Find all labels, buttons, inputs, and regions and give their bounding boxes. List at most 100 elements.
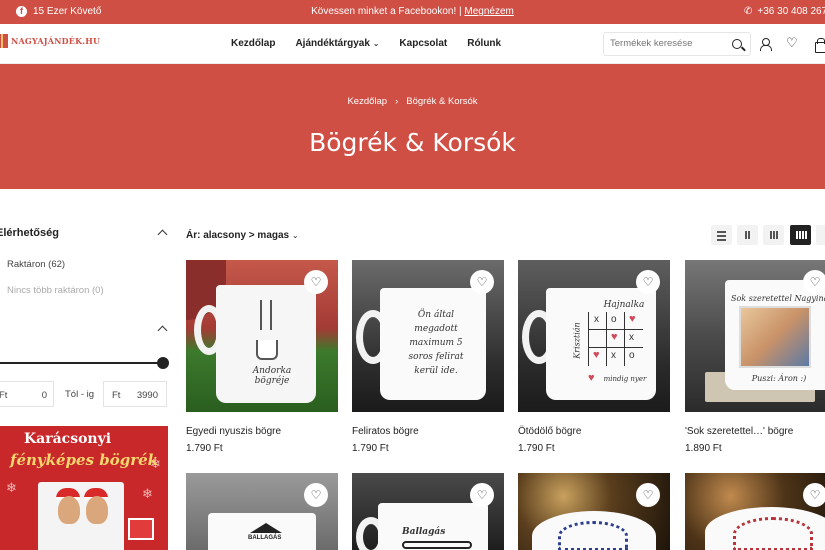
gift-logo-icon [0, 34, 8, 48]
view-4-columns-button[interactable] [790, 225, 811, 245]
product-image[interactable]: ♡ [518, 473, 670, 550]
mug-print-text: Ön által megadott maximum 5 soros felira… [408, 310, 464, 376]
filter-availability-title[interactable]: Elérhetőség [0, 227, 59, 239]
product-price: 1.790 Ft [352, 443, 389, 454]
nav-item-gifts[interactable]: Ajándéktárgyak ⌄ [295, 38, 379, 49]
filter-option-out-of-stock[interactable]: Nincs több raktáron (0) [7, 285, 104, 296]
promo-title: Karácsonyi [24, 431, 112, 447]
price-min-value: 0 [41, 390, 47, 401]
phone-number: +36 30 408 2677 [757, 6, 825, 17]
christmas-promo-banner[interactable]: ❄ ❄ ❄ Karácsonyi fényképes bögrék [0, 426, 168, 550]
search-box [603, 32, 751, 56]
promo-photo-face [58, 496, 80, 524]
price-slider-track[interactable] [0, 362, 160, 364]
sort-dropdown[interactable]: Ár: alacsony > magas ⌄ [186, 230, 299, 241]
snowflake-icon: ❄ [6, 480, 17, 495]
wishlist-heart-icon[interactable]: ♡ [786, 36, 798, 49]
breadcrumb-current: Bögrék & Korsók [406, 96, 478, 107]
nav-item-home[interactable]: Kezdőlap [231, 38, 275, 49]
product-price: 1.790 Ft [518, 443, 555, 454]
view-list-button[interactable] [711, 225, 732, 245]
product-name[interactable]: 'Sok szeretettel…' bögre [685, 426, 793, 437]
topbar-promo: Kövessen minket a Facebookon! | Megnézem [0, 6, 825, 17]
price-max-currency: Ft [112, 390, 121, 401]
mug-photo [739, 306, 811, 368]
breadcrumb-home[interactable]: Kezdőlap [347, 96, 387, 107]
search-icon[interactable] [732, 39, 742, 49]
wishlist-heart-icon[interactable]: ♡ [803, 483, 825, 507]
price-min-currency: Ft [0, 390, 8, 401]
wishlist-heart-icon[interactable]: ♡ [803, 270, 825, 294]
nav-item-contact[interactable]: Kapcsolat [399, 38, 447, 49]
chevron-up-icon[interactable] [157, 229, 168, 240]
price-max-field[interactable]: Ft 3990 [103, 381, 167, 407]
view-2-columns-button[interactable] [737, 225, 758, 245]
nav-item-about[interactable]: Rólunk [467, 38, 501, 49]
wishlist-heart-icon[interactable]: ♡ [636, 270, 660, 294]
promo-photo-face [86, 496, 108, 524]
product-image[interactable]: Sok szeretettel Nagyinak! Puszi: Áron :)… [685, 260, 825, 412]
mug-print-text: Sok szeretettel Nagyinak! [731, 294, 825, 303]
sort-label: Ár: alacsony > magas [186, 230, 290, 241]
product-image[interactable]: ♡ [685, 473, 825, 550]
mug-print-graphic [402, 541, 472, 549]
promo-mug-image [38, 482, 124, 550]
mug-print-pattern [558, 521, 628, 550]
user-icon[interactable] [759, 38, 772, 51]
product-name[interactable]: Ötödölő bögre [518, 426, 581, 437]
price-min-field[interactable]: Ft 0 [0, 381, 54, 407]
product-name[interactable]: Egyedi nyuszis bögre [186, 426, 281, 437]
filter-option-in-stock[interactable]: Raktáron (62) [7, 259, 65, 270]
price-slider-handle[interactable] [157, 357, 169, 369]
site-header: NAGYAJÁNDÉK.HU Kezdőlap Ajándéktárgyak ⌄… [0, 24, 825, 64]
phone-contact[interactable]: ✆ +36 30 408 2677 [744, 6, 825, 17]
chevron-down-icon: ⌄ [372, 39, 380, 48]
wishlist-heart-icon[interactable]: ♡ [304, 483, 328, 507]
wishlist-heart-icon[interactable]: ♡ [636, 483, 660, 507]
mug-print-text: Ballagás [402, 527, 446, 537]
topbar-promo-link[interactable]: Megnézem [464, 6, 513, 17]
price-range-separator: Tól - ig [65, 389, 95, 400]
mug-print-text-vertical: Krisztián [572, 322, 582, 359]
tic-tac-toe-grid: x o ♥ ♥ x ♥ x o [588, 312, 643, 366]
bunny-teeth-drawing [256, 340, 278, 360]
main-nav: Kezdőlap Ajándéktárgyak ⌄ Kapcsolat Rólu… [231, 38, 501, 49]
search-input[interactable] [610, 38, 728, 49]
product-price: 1.790 Ft [186, 443, 223, 454]
mug-print-text-small: mindig nyer [603, 375, 647, 383]
topbar-promo-text: Kövessen minket a Facebookon! | [311, 6, 462, 17]
wishlist-heart-icon[interactable]: ♡ [304, 270, 328, 294]
heart-icon: ♥ [588, 372, 595, 384]
breadcrumb: Kezdőlap › Bögrék & Korsók [0, 96, 825, 107]
view-5-columns-button[interactable] [816, 225, 825, 245]
chevron-down-icon: ⌄ [291, 231, 299, 240]
product-image[interactable]: Andorka bögréje ♡ [186, 260, 338, 412]
wishlist-heart-icon[interactable]: ♡ [470, 483, 494, 507]
product-name[interactable]: Feliratos bögre [352, 426, 419, 437]
snowflake-icon: ❄ [142, 486, 153, 501]
breadcrumb-separator: › [395, 96, 399, 107]
page-hero: Kezdőlap › Bögrék & Korsók Bögrék & Korsók [0, 64, 825, 189]
graduation-cap-icon [250, 523, 282, 533]
chevron-up-icon[interactable] [157, 325, 168, 336]
logo-text: NAGYAJÁNDÉK.HU [11, 36, 101, 46]
view-3-columns-button[interactable] [763, 225, 784, 245]
top-bar: f 15 Ezer Követő Kövessen minket a Faceb… [0, 0, 825, 24]
page-title: Bögrék & Korsók [309, 128, 516, 157]
mug-print-text: Hajnalka [603, 300, 645, 310]
mug-print-text-bottom: Puszi: Áron :) [751, 374, 807, 383]
gift-box-icon [128, 518, 154, 540]
product-image[interactable]: Ballagás ♡ [352, 473, 504, 550]
mug-print-text: Andorka bögréje [252, 366, 292, 386]
product-image[interactable]: Ön által megadott maximum 5 soros felira… [352, 260, 504, 412]
nav-item-gifts-label: Ajándéktárgyak [295, 38, 370, 49]
product-image[interactable]: Hajnalka Krisztián x o ♥ ♥ x ♥ x o ♥ min… [518, 260, 670, 412]
product-image[interactable]: BALLAGÁS ♡ [186, 473, 338, 550]
phone-icon: ✆ [744, 6, 753, 17]
site-logo[interactable]: NAGYAJÁNDÉK.HU [0, 34, 100, 48]
mug-print-text: BALLAGÁS [248, 535, 282, 541]
bunny-ears-drawing [260, 300, 272, 330]
promo-subtitle: fényképes bögrék [10, 451, 159, 469]
wishlist-heart-icon[interactable]: ♡ [470, 270, 494, 294]
cart-icon[interactable] [814, 38, 825, 53]
